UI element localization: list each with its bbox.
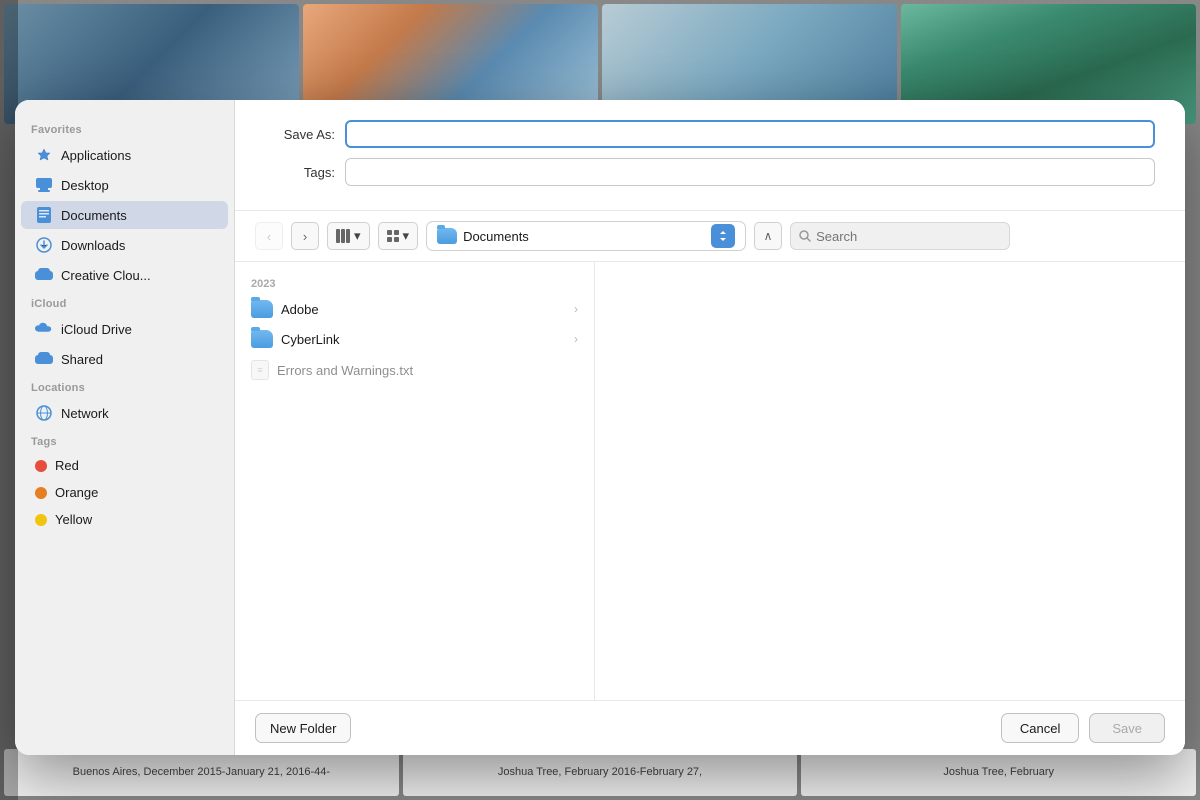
creative-cloud-icon xyxy=(35,266,53,284)
sidebar-item-documents[interactable]: Documents xyxy=(21,201,228,229)
sidebar-item-tag-yellow[interactable]: Yellow xyxy=(21,507,228,532)
sidebar-section-tags: Tags xyxy=(15,428,234,452)
tag-red-label: Red xyxy=(55,458,79,473)
column-view-button[interactable]: ▾ xyxy=(327,222,370,250)
new-folder-button[interactable]: New Folder xyxy=(255,713,351,743)
file-browser: 2023 Adobe › CyberLink › Errors and Warn… xyxy=(235,262,1185,700)
save-button[interactable]: Save xyxy=(1089,713,1165,743)
action-buttons: Cancel Save xyxy=(1001,713,1165,743)
tag-orange-dot xyxy=(35,487,47,499)
sidebar-item-tag-red[interactable]: Red xyxy=(21,453,228,478)
sidebar-item-network[interactable]: Network xyxy=(21,399,228,427)
column-view-dropdown: ▾ xyxy=(354,228,361,244)
txt-file-icon xyxy=(251,360,269,380)
file-name-cyberlink: CyberLink xyxy=(281,332,340,347)
form-area: Save As: Tags: xyxy=(235,100,1185,211)
file-item-cyberlink[interactable]: CyberLink › xyxy=(235,324,594,354)
network-icon xyxy=(35,404,53,422)
shared-label: Shared xyxy=(61,352,103,367)
save-dialog: Favorites Applications Desktop xyxy=(15,100,1185,755)
search-input[interactable] xyxy=(816,229,1001,244)
file-name-errors-txt: Errors and Warnings.txt xyxy=(277,363,413,378)
sidebar-item-desktop[interactable]: Desktop xyxy=(21,171,228,199)
search-box[interactable] xyxy=(790,222,1010,250)
location-name: Documents xyxy=(463,229,705,244)
file-pane: 2023 Adobe › CyberLink › Errors and Warn… xyxy=(235,262,595,700)
save-as-label: Save As: xyxy=(265,127,345,142)
file-section-2023: 2023 xyxy=(235,270,594,294)
back-button[interactable]: ‹ xyxy=(255,222,283,250)
network-label: Network xyxy=(61,406,109,421)
sidebar-section-icloud: iCloud xyxy=(15,290,234,314)
sidebar: Favorites Applications Desktop xyxy=(15,100,235,755)
cancel-button[interactable]: Cancel xyxy=(1001,713,1079,743)
downloads-label: Downloads xyxy=(61,238,125,253)
applications-icon xyxy=(35,146,53,164)
chevron-right-adobe: › xyxy=(574,302,578,316)
desktop-icon xyxy=(35,176,53,194)
documents-icon xyxy=(35,206,53,224)
main-content: Save As: Tags: ‹ › ▾ xyxy=(235,100,1185,755)
grid-view-dropdown: ▾ xyxy=(403,228,410,244)
icloud-drive-label: iCloud Drive xyxy=(61,322,132,337)
sidebar-item-tag-orange[interactable]: Orange xyxy=(21,480,228,505)
search-icon xyxy=(799,230,811,242)
grid-view-icon xyxy=(387,230,399,242)
caption-3: Joshua Tree, February xyxy=(801,749,1196,796)
expand-icon: ∧ xyxy=(764,229,773,243)
sidebar-section-locations: Locations xyxy=(15,374,234,398)
tags-input[interactable] xyxy=(345,158,1155,186)
save-as-input[interactable] xyxy=(345,120,1155,148)
back-icon: ‹ xyxy=(267,229,271,244)
applications-label: Applications xyxy=(61,148,131,163)
tag-red-dot xyxy=(35,460,47,472)
file-item-errors-txt[interactable]: Errors and Warnings.txt xyxy=(235,354,594,386)
bottom-bar: New Folder Cancel Save xyxy=(235,700,1185,755)
location-arrows xyxy=(711,224,735,248)
folder-icon-cyberlink xyxy=(251,330,273,348)
documents-label: Documents xyxy=(61,208,127,223)
forward-icon: › xyxy=(303,229,307,244)
forward-button[interactable]: › xyxy=(291,222,319,250)
shared-icon xyxy=(35,350,53,368)
sidebar-item-shared[interactable]: Shared xyxy=(21,345,228,373)
caption-1: Buenos Aires, December 2015-January 21, … xyxy=(4,749,399,796)
icloud-drive-icon xyxy=(35,320,53,338)
folder-icon-adobe xyxy=(251,300,273,318)
sidebar-section-favorites: Favorites xyxy=(15,116,234,140)
sidebar-item-icloud-drive[interactable]: iCloud Drive xyxy=(21,315,228,343)
tag-yellow-label: Yellow xyxy=(55,512,92,527)
tags-row: Tags: xyxy=(265,158,1155,186)
location-folder-icon xyxy=(437,228,457,244)
tag-yellow-dot xyxy=(35,514,47,526)
column-view-icon xyxy=(336,229,350,243)
caption-2: Joshua Tree, February 2016-February 27, xyxy=(403,749,798,796)
tags-label: Tags: xyxy=(265,165,345,180)
file-item-adobe[interactable]: Adobe › xyxy=(235,294,594,324)
downloads-icon xyxy=(35,236,53,254)
creative-cloud-label: Creative Clou... xyxy=(61,268,151,283)
toolbar: ‹ › ▾ ▾ D xyxy=(235,211,1185,262)
grid-view-button[interactable]: ▾ xyxy=(378,222,419,250)
file-preview-pane xyxy=(595,262,1185,700)
save-as-row: Save As: xyxy=(265,120,1155,148)
chevron-right-cyberlink: › xyxy=(574,332,578,346)
sidebar-item-downloads[interactable]: Downloads xyxy=(21,231,228,259)
tag-orange-label: Orange xyxy=(55,485,98,500)
up-down-arrows-icon xyxy=(718,230,728,242)
location-selector[interactable]: Documents xyxy=(426,221,746,251)
file-name-adobe: Adobe xyxy=(281,302,319,317)
sidebar-item-applications[interactable]: Applications xyxy=(21,141,228,169)
expand-button[interactable]: ∧ xyxy=(754,222,782,250)
sidebar-item-creative-cloud[interactable]: Creative Clou... xyxy=(21,261,228,289)
desktop-label: Desktop xyxy=(61,178,109,193)
